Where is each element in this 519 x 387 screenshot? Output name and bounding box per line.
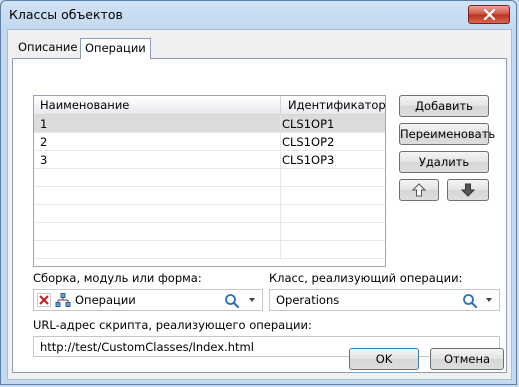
- tab-operations[interactable]: Операции: [80, 38, 151, 59]
- cancel-button[interactable]: Отмена: [430, 348, 504, 370]
- empty-row: [34, 187, 385, 205]
- cell-name: 2: [40, 135, 48, 149]
- empty-row: [34, 169, 385, 187]
- move-down-button[interactable]: [447, 179, 489, 201]
- move-up-button[interactable]: [399, 179, 439, 201]
- class-impl-combo[interactable]: Operations: [269, 289, 500, 311]
- arrow-down-icon: [460, 183, 476, 197]
- dialog-client: Описание Операции Наименование Идентифик…: [7, 29, 512, 380]
- cell-identifier: CLS1OP3: [282, 153, 335, 167]
- cell-identifier: CLS1OP1: [282, 117, 335, 131]
- cell-name: 1: [40, 117, 48, 131]
- operations-grid[interactable]: Наименование Идентификатор 1 CLS1OP1 2 C…: [33, 95, 386, 267]
- ok-button[interactable]: OK: [349, 348, 419, 370]
- close-button[interactable]: [468, 5, 510, 24]
- hierarchy-icon: [55, 293, 71, 307]
- column-header-identifier[interactable]: Идентификатор: [288, 98, 386, 112]
- table-row[interactable]: 1 CLS1OP1: [34, 115, 385, 133]
- class-impl-label: Класс, реализующий операции:: [269, 271, 463, 285]
- search-icon[interactable]: [224, 293, 240, 309]
- title-bar: Классы объектов: [1, 1, 516, 29]
- grid-header: Наименование Идентификатор: [34, 96, 386, 115]
- cell-name: 3: [40, 153, 48, 167]
- dialog-window: Классы объектов Описание Операции Наимен…: [0, 0, 517, 385]
- close-icon: [483, 9, 496, 20]
- class-impl-value: Operations: [276, 293, 340, 307]
- cell-identifier: CLS1OP2: [282, 135, 335, 149]
- empty-row: [34, 241, 385, 259]
- empty-row: [34, 205, 385, 223]
- clear-icon[interactable]: [37, 293, 51, 307]
- table-row[interactable]: 3 CLS1OP3: [34, 151, 385, 169]
- rename-button[interactable]: Переименовать: [399, 123, 495, 145]
- search-icon[interactable]: [462, 293, 478, 309]
- chevron-down-icon[interactable]: [249, 298, 255, 302]
- operations-tab-page: Наименование Идентификатор 1 CLS1OP1 2 C…: [12, 58, 507, 373]
- arrow-up-icon: [411, 183, 427, 197]
- add-button[interactable]: Добавить: [399, 95, 489, 117]
- chevron-down-icon[interactable]: [486, 298, 492, 302]
- empty-row: [34, 223, 385, 241]
- assembly-value: Операции: [75, 293, 136, 307]
- column-header-name[interactable]: Наименование: [40, 98, 129, 112]
- window-title: Классы объектов: [9, 7, 123, 22]
- assembly-label: Сборка, модуль или форма:: [33, 271, 202, 285]
- delete-button[interactable]: Удалить: [399, 151, 489, 173]
- url-label: URL-адрес скрипта, реализующего операции…: [33, 318, 312, 332]
- url-value: http://test/CustomClasses/Index.html: [40, 340, 254, 354]
- tab-description[interactable]: Описание: [14, 38, 81, 58]
- assembly-combo[interactable]: Операции: [33, 289, 263, 311]
- table-row[interactable]: 2 CLS1OP2: [34, 133, 385, 151]
